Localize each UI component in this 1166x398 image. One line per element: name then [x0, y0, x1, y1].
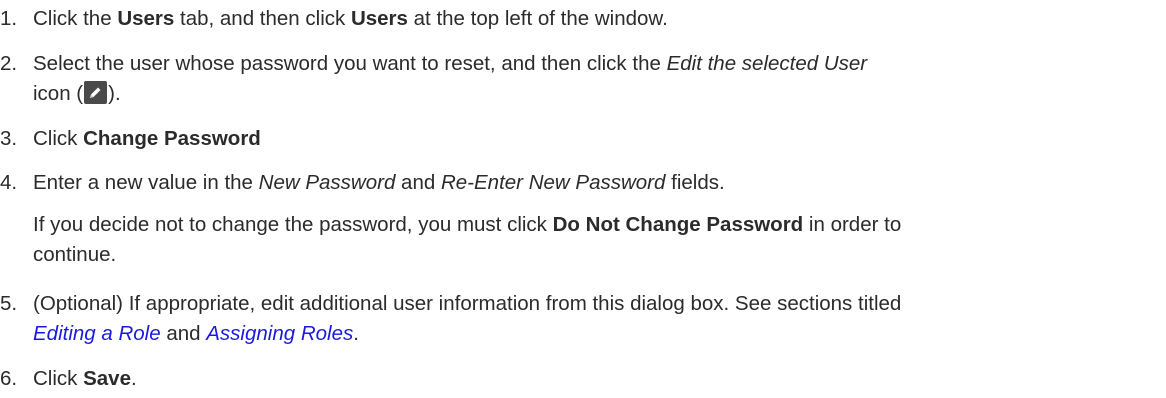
step-1: 1. Click the Users tab, and then click U… — [0, 4, 1158, 34]
italic-edit-user: Edit the selected User — [666, 52, 868, 75]
italic-new-password: New Password — [258, 171, 396, 194]
text: ). — [108, 82, 121, 105]
step-number: 5. — [0, 292, 18, 315]
note-text-line2: continue. — [33, 243, 117, 266]
step-5: 5. (Optional) If appropriate, edit addit… — [0, 289, 1158, 349]
bold-users-button: Users — [350, 7, 408, 30]
step-text: Click Save. — [33, 364, 1158, 394]
text: Click — [33, 127, 84, 150]
pencil-edit-icon — [84, 81, 108, 104]
text: and — [395, 171, 441, 194]
text: icon ( — [33, 82, 84, 105]
text: and — [160, 322, 207, 345]
link-editing-a-role[interactable]: Editing a Role — [33, 322, 161, 345]
step-text: Select the user whose password you want … — [33, 49, 1158, 79]
step-3: 3. Click Change Password — [0, 124, 1158, 154]
step-4-note: If you decide not to change the password… — [33, 210, 1158, 270]
text: Enter a new value in the — [33, 171, 259, 194]
step-number: 2. — [0, 52, 18, 75]
step-text: Click the Users tab, and then click User… — [33, 4, 1158, 34]
step-2: 2. Select the user whose password you wa… — [0, 49, 1158, 109]
step-number: 1. — [0, 7, 18, 30]
step-text: Click Change Password — [33, 124, 1158, 154]
bold-do-not-change-password: Do Not Change Password — [552, 213, 804, 236]
italic-reenter-password: Re-Enter New Password — [440, 171, 666, 194]
text: Click the — [33, 7, 118, 30]
step-4: 4. Enter a new value in the New Password… — [0, 168, 1158, 198]
text: tab, and then click — [174, 7, 351, 30]
text: at the top left of the window. — [407, 7, 668, 30]
instructions-page: 1. Click the Users tab, and then click U… — [0, 0, 1166, 398]
step-number: 3. — [0, 127, 18, 150]
text: Select the user whose password you want … — [33, 52, 667, 75]
step-number: 6. — [0, 367, 18, 390]
link-assigning-roles[interactable]: Assigning Roles — [206, 322, 353, 345]
bold-save: Save — [83, 367, 131, 390]
text: . — [131, 367, 137, 390]
step-6: 6. Click Save. — [0, 364, 1158, 394]
step-number: 4. — [0, 171, 18, 194]
step-text-line2: Editing a Role and Assigning Roles. — [33, 319, 1158, 349]
text: Click — [33, 367, 84, 390]
text: fields. — [665, 171, 725, 194]
text: in order to — [803, 213, 902, 236]
step-text-line2: icon (). — [33, 79, 1158, 109]
text: If you decide not to change the password… — [33, 213, 553, 236]
step-text: (Optional) If appropriate, edit addition… — [33, 292, 902, 315]
text: . — [353, 322, 359, 345]
bold-users-tab: Users — [117, 7, 175, 30]
bold-change-password: Change Password — [83, 127, 261, 150]
step-text: Enter a new value in the New Password an… — [33, 168, 1158, 198]
note-text: If you decide not to change the password… — [33, 210, 1158, 240]
